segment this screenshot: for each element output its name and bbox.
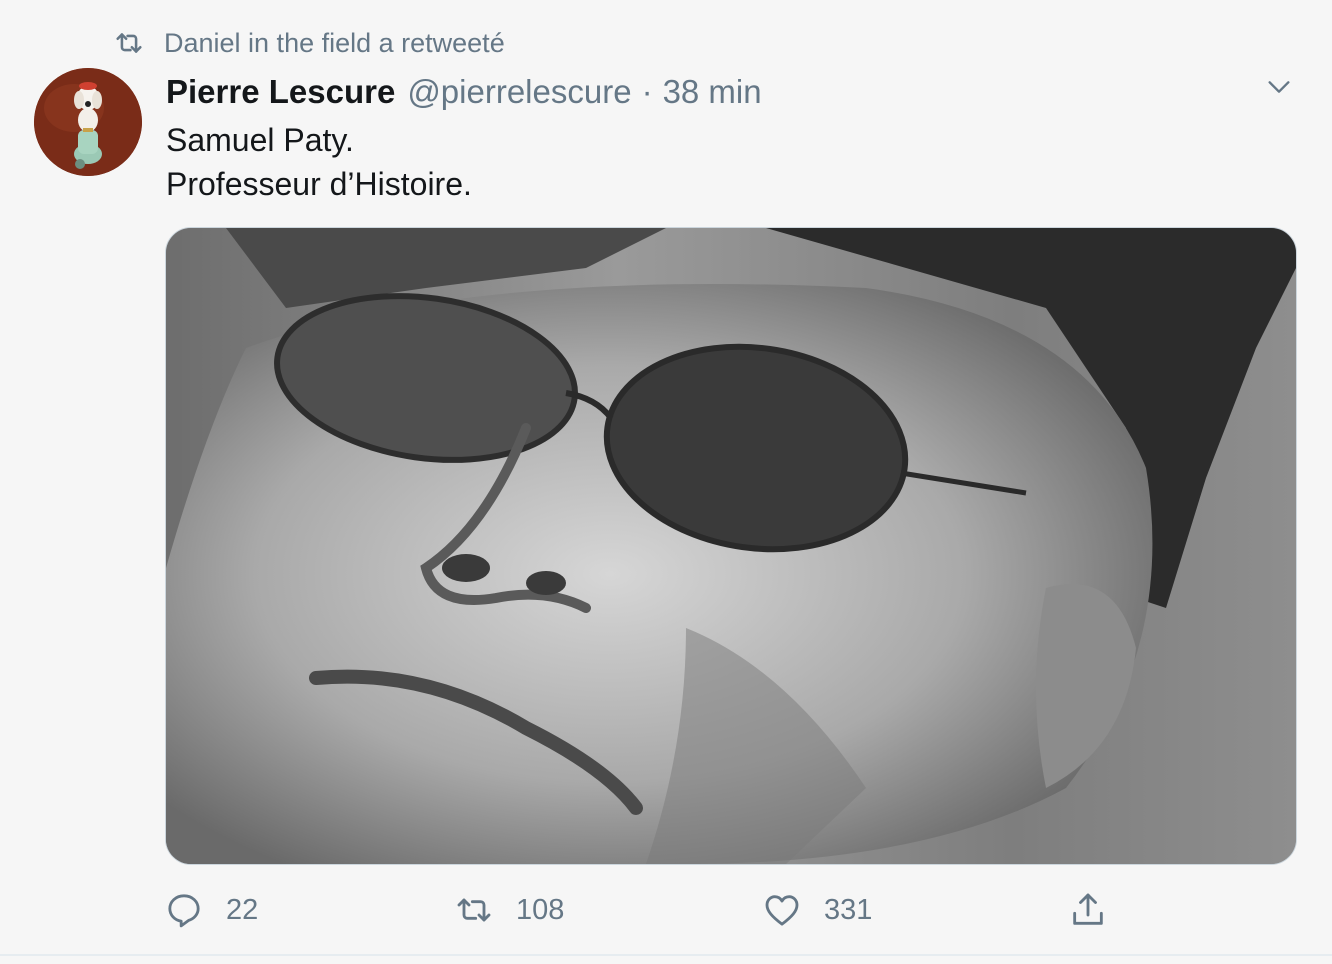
tweet-photo[interactable] [165, 227, 1297, 865]
share-icon [1068, 890, 1108, 930]
like-button[interactable]: 331 [762, 888, 872, 932]
chevron-down-icon[interactable] [1262, 70, 1296, 104]
separator-dot: · [641, 73, 653, 110]
avatar-figurine-icon [34, 68, 142, 176]
portrait-photo-icon [166, 228, 1296, 864]
retweet-button[interactable]: 108 [454, 888, 564, 932]
like-count: 331 [824, 893, 873, 926]
retweeter-link[interactable]: Daniel in the field a retweeté [164, 28, 505, 59]
tweet-timestamp[interactable]: 38 min [663, 73, 762, 111]
share-button[interactable] [1068, 888, 1108, 932]
avatar[interactable] [34, 68, 142, 176]
reply-icon [164, 890, 204, 930]
tweet-text-line: Samuel Paty. [166, 122, 354, 158]
reply-count: 22 [226, 893, 259, 926]
retweet-count: 108 [516, 893, 565, 926]
heart-icon [762, 890, 802, 930]
tweet-text: Samuel Paty. Professeur d’Histoire. [166, 118, 472, 206]
reply-button[interactable]: 22 [164, 888, 258, 932]
retweet-icon [112, 26, 146, 60]
retweet-context: Daniel in the field a retweeté [112, 26, 505, 60]
tweet-header: Pierre Lescure @pierrelescure · 38 min [166, 70, 762, 114]
author-handle[interactable]: @pierrelescure [407, 73, 631, 111]
retweet-icon [454, 890, 494, 930]
tweet-actions: 22 108 331 [0, 888, 1332, 932]
author-display-name[interactable]: Pierre Lescure [166, 73, 395, 111]
tweet[interactable]: Daniel in the field a retweeté Pierre Le… [0, 0, 1332, 964]
tweet-text-line: Professeur d’Histoire. [166, 166, 472, 202]
